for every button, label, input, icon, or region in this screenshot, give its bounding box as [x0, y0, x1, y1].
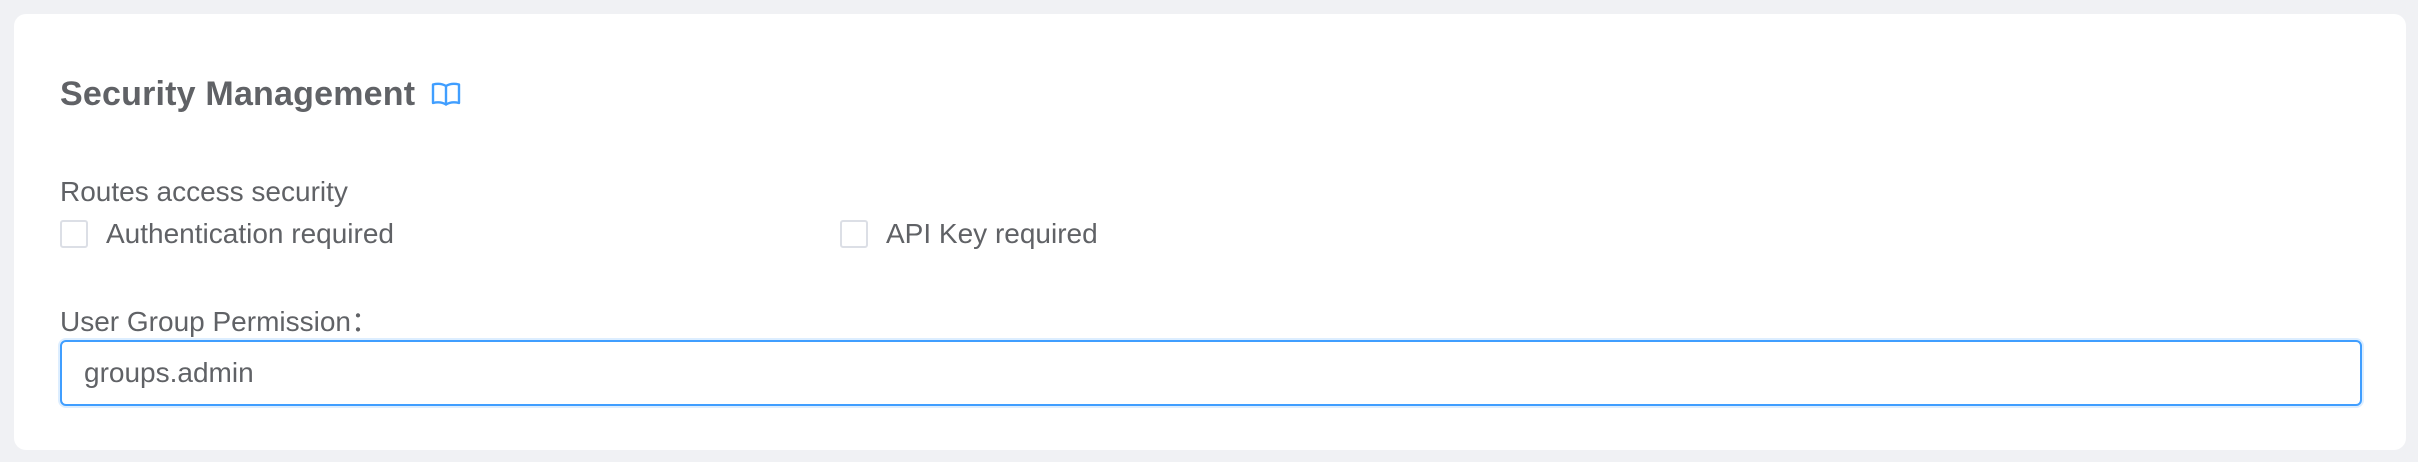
user-group-permission-input[interactable] — [62, 342, 2360, 404]
checkbox-box[interactable] — [60, 220, 88, 248]
authentication-required-checkbox[interactable]: Authentication required — [60, 216, 394, 252]
user-group-permission-field[interactable] — [60, 340, 2362, 406]
section-title: Security Management — [60, 75, 416, 113]
checkbox-box[interactable] — [840, 220, 868, 248]
user-group-permission-label: User Group Permission： — [60, 306, 379, 337]
book-open-icon[interactable] — [431, 80, 463, 108]
section-header: Security Management — [60, 70, 463, 118]
routes-access-security-label: Routes access security — [60, 176, 348, 207]
security-management-card: Security Management Routes access securi… — [14, 14, 2406, 450]
checkbox-label: Authentication required — [106, 218, 394, 249]
checkbox-label: API Key required — [886, 218, 1098, 249]
api-key-required-checkbox[interactable]: API Key required — [840, 216, 1098, 252]
